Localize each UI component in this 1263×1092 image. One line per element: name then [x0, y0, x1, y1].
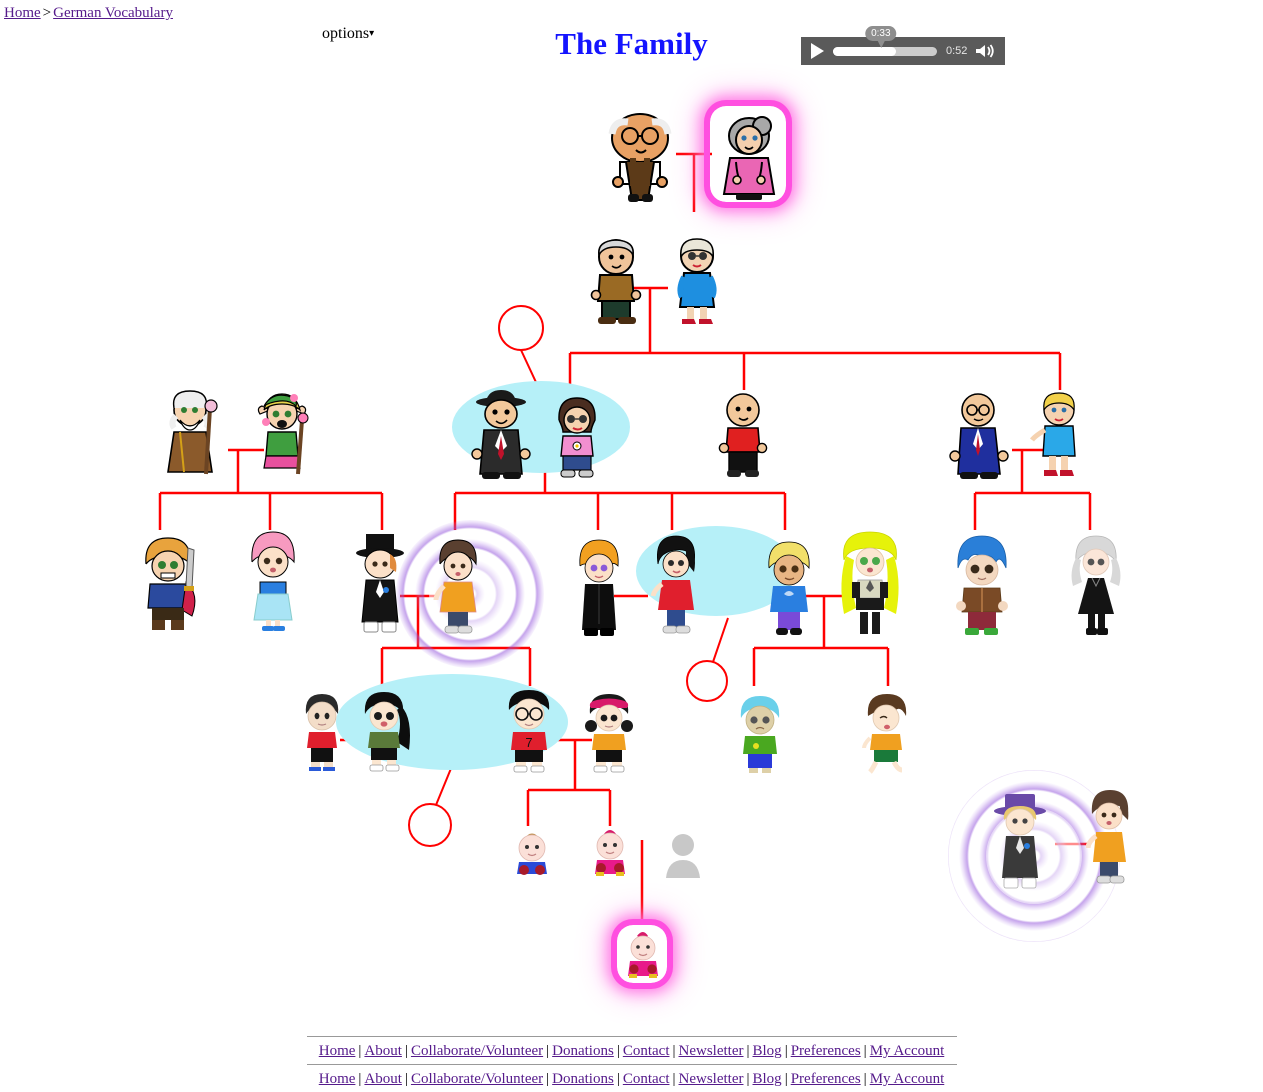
footer-sep: |	[863, 1071, 867, 1087]
footer-sep: |	[784, 1071, 788, 1087]
footer2-link-preferences[interactable]: Preferences	[791, 1071, 861, 1087]
person-girl-long-black-hair[interactable]	[358, 690, 416, 779]
person-grandfather[interactable]	[600, 108, 680, 207]
audio-player[interactable]: 0:33 0:52	[801, 25, 1005, 65]
footer-link-about[interactable]: About	[364, 1043, 402, 1059]
breadcrumb-home-link[interactable]: Home	[4, 5, 41, 21]
breadcrumb-separator: >	[42, 5, 52, 21]
footer2-link-home[interactable]: Home	[319, 1071, 356, 1087]
footer-sep: |	[672, 1071, 676, 1087]
person-girl-pink-hair[interactable]	[244, 528, 302, 637]
footer-link-preferences[interactable]: Preferences	[791, 1043, 861, 1059]
breadcrumb: Home > German Vocabulary	[4, 5, 173, 22]
duration-label: 0:52	[946, 45, 968, 57]
person-elf-woman[interactable]	[252, 388, 312, 481]
current-time-tooltip: 0:33	[865, 25, 897, 48]
footer-sep: |	[746, 1071, 750, 1087]
footer-sep: |	[616, 1043, 620, 1059]
person-great-grandfather[interactable]	[588, 237, 646, 330]
person-purple-hat-suit[interactable]	[990, 790, 1050, 899]
person-aunt-blonde[interactable]	[1030, 392, 1084, 483]
footer2-link-donations[interactable]: Donations	[552, 1071, 614, 1087]
person-girl-silver-hair[interactable]	[1068, 534, 1124, 643]
progress-fill	[833, 46, 897, 56]
page-title: The Family	[555, 26, 708, 61]
footer-links-row-2: Home | About | Collaborate/Volunteer | Donatio…	[0, 1065, 1263, 1092]
person-uncle-blue-suit[interactable]	[948, 392, 1012, 485]
person-mother-flower-shirt[interactable]	[550, 396, 604, 485]
footer-links-row-1: Home | About | Collaborate/Volunteer | Donatio…	[0, 1037, 1263, 1064]
person-orange-top-highlighted[interactable]	[432, 538, 484, 641]
person-boy-blue-hair[interactable]	[952, 534, 1012, 643]
person-boy-knight[interactable]	[136, 534, 202, 637]
person-boy-red-shirt-child[interactable]	[300, 692, 344, 777]
person-grandmother[interactable]	[716, 114, 782, 207]
footer2-link-collaborate[interactable]: Collaborate/Volunteer	[411, 1071, 543, 1087]
person-wizard[interactable]	[160, 390, 224, 481]
footer-sep: |	[746, 1043, 750, 1059]
person-woman-red-dress[interactable]	[650, 534, 702, 645]
footer-link-collaborate[interactable]: Collaborate/Volunteer	[411, 1043, 543, 1059]
footer2-link-contact[interactable]: Contact	[623, 1071, 670, 1087]
family-tree-diagram: 7	[0, 78, 1263, 988]
svg-text:7: 7	[525, 735, 532, 750]
footer-link-home[interactable]: Home	[319, 1043, 356, 1059]
footer2-link-about[interactable]: About	[364, 1071, 402, 1087]
person-orange-hair-black-suit[interactable]	[574, 538, 624, 643]
play-icon[interactable]	[811, 43, 824, 59]
footer-sep: |	[784, 1043, 788, 1059]
footer-sep: |	[546, 1043, 550, 1059]
footer2-link-blog[interactable]: Blog	[753, 1071, 782, 1087]
person-boy-blue-hoodie[interactable]	[762, 540, 816, 643]
person-man-top-hat[interactable]	[352, 530, 410, 641]
footer-link-blog[interactable]: Blog	[753, 1043, 782, 1059]
progress-bar[interactable]: 0:33	[833, 25, 937, 56]
footer2-link-newsletter[interactable]: Newsletter	[679, 1071, 744, 1087]
footer: Home | About | Collaborate/Volunteer | Donatio…	[0, 1036, 1263, 1092]
person-girl-pigtails[interactable]	[584, 692, 634, 779]
footer2-link-my-account[interactable]: My Account	[870, 1071, 945, 1087]
baby-blue[interactable]	[510, 832, 554, 883]
footer-sep: |	[616, 1071, 620, 1087]
footer-sep: |	[404, 1043, 408, 1059]
footer-sep: |	[672, 1043, 676, 1059]
person-girl-orange-top[interactable]	[860, 692, 910, 779]
person-great-grandmother[interactable]	[672, 237, 722, 330]
person-uncle-red-shirt[interactable]	[718, 392, 768, 483]
footer-link-newsletter[interactable]: Newsletter	[679, 1043, 744, 1059]
breadcrumb-current-link[interactable]: German Vocabulary	[53, 5, 173, 21]
person-boy-glasses-jersey[interactable]: 7	[502, 688, 556, 779]
baby-pink-highlighted[interactable]	[622, 930, 664, 985]
person-orange-top-side[interactable]	[1085, 788, 1134, 893]
footer-sep: |	[863, 1043, 867, 1059]
person-child-blue-hair[interactable]	[736, 694, 784, 779]
footer-sep: |	[404, 1071, 408, 1087]
footer-link-contact[interactable]: Contact	[623, 1043, 670, 1059]
person-girl-yellow-twintails[interactable]	[838, 530, 902, 643]
footer-link-my-account[interactable]: My Account	[870, 1043, 945, 1059]
person-father-suit-fedora[interactable]	[468, 388, 536, 485]
footer-sep: |	[546, 1071, 550, 1087]
placeholder-silhouette-icon[interactable]	[660, 832, 706, 885]
speaker-icon[interactable]	[975, 43, 995, 59]
baby-pink[interactable]	[588, 828, 632, 883]
footer-link-donations[interactable]: Donations	[552, 1043, 614, 1059]
